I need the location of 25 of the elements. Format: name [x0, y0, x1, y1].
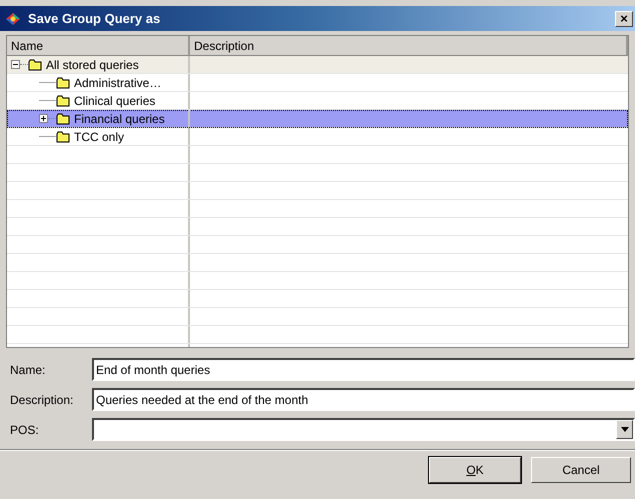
- expand-icon[interactable]: [39, 114, 48, 123]
- collapse-icon[interactable]: [11, 60, 20, 69]
- text-field[interactable]: Queries needed at the end of the month: [92, 388, 635, 411]
- close-button[interactable]: ×: [615, 10, 633, 26]
- tree-item[interactable]: All stored queries: [46, 56, 139, 74]
- field-label: POS:: [9, 422, 40, 438]
- tree-item[interactable]: Clinical queries: [74, 92, 156, 110]
- field-label: Name:: [9, 362, 46, 378]
- tree-item[interactable]: TCC only: [74, 128, 124, 146]
- folder-icon: [56, 94, 70, 106]
- dialog-button[interactable]: Cancel: [531, 457, 631, 483]
- tree-item[interactable]: Financial queries: [74, 110, 165, 128]
- tree-item[interactable]: Administrative…: [74, 74, 162, 92]
- folder-icon: [56, 76, 70, 88]
- window-title: Save Group Query as: [28, 10, 160, 28]
- field-label: Description:: [9, 392, 74, 408]
- folder-icon: [56, 112, 70, 124]
- dropdown-field[interactable]: [92, 418, 635, 441]
- column-header[interactable]: Description: [190, 36, 628, 56]
- folder-icon: [56, 130, 70, 142]
- app-icon: [4, 10, 22, 26]
- dialog-button[interactable]: OK: [429, 457, 521, 483]
- folder-icon: [28, 58, 42, 70]
- column-header[interactable]: Name: [7, 36, 190, 56]
- text-field[interactable]: End of month queries: [92, 358, 635, 381]
